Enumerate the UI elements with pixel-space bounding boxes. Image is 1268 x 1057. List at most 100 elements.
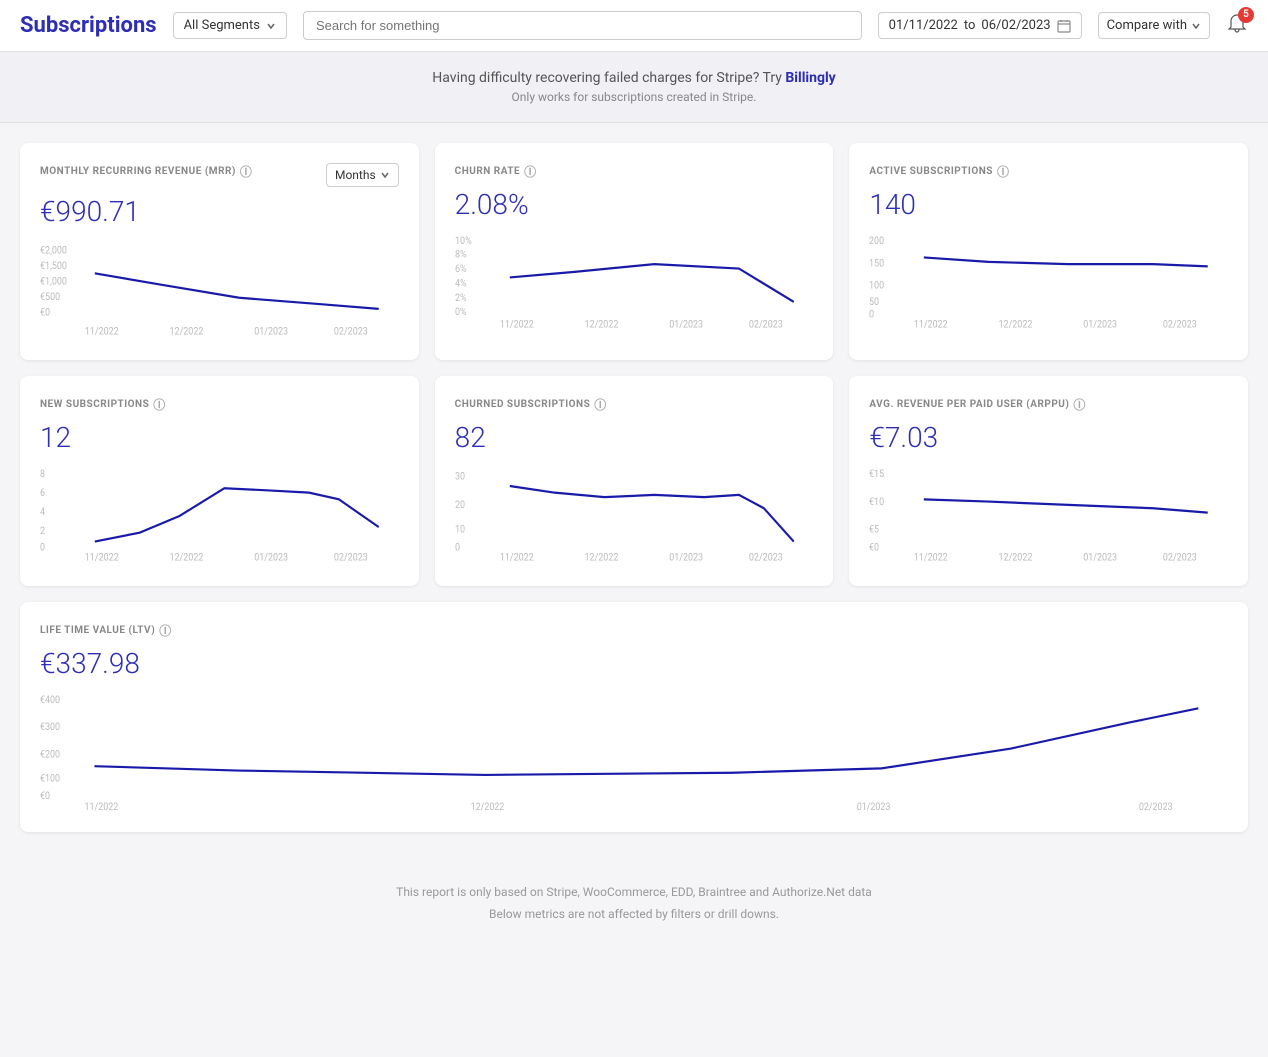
churned-subs-card: CHURNED SUBSCRIPTIONS ⓘ 82 30 20 10 0 11… — [435, 376, 834, 586]
svg-text:10%: 10% — [455, 236, 472, 248]
svg-text:10: 10 — [455, 524, 465, 536]
banner-text: Having difficulty recovering failed char… — [432, 70, 782, 86]
svg-text:12/2022: 12/2022 — [999, 552, 1033, 564]
svg-text:12/2022: 12/2022 — [999, 319, 1033, 331]
svg-text:€1,000: €1,000 — [40, 276, 67, 288]
active-chart: 200 150 100 50 0 11/2022 12/2022 01/2023… — [869, 233, 1228, 333]
footer-line1: This report is only based on Stripe, Woo… — [20, 882, 1248, 904]
arppu-card: AVG. REVENUE PER PAID USER (ARPPU) ⓘ €7.… — [849, 376, 1248, 586]
active-title: ACTIVE SUBSCRIPTIONS — [869, 166, 993, 177]
calendar-icon — [1057, 19, 1071, 33]
svg-text:€0: €0 — [869, 542, 879, 554]
ltv-chart: €400 €300 €200 €100 €0 11/2022 12/2022 0… — [40, 692, 1228, 812]
svg-text:01/2023: 01/2023 — [254, 326, 288, 338]
page-title: Subscriptions — [20, 13, 157, 38]
months-label: Months — [335, 168, 376, 182]
mrr-chart: €2,000 €1,500 €1,000 €500 €0 11/2022 12/… — [40, 240, 399, 340]
svg-text:€0: €0 — [40, 791, 50, 803]
header: Subscriptions All Segments 01/11/2022 to… — [0, 0, 1268, 52]
svg-text:4: 4 — [40, 506, 46, 518]
svg-text:11/2022: 11/2022 — [85, 326, 119, 338]
arppu-info-icon: ⓘ — [1073, 396, 1086, 413]
svg-text:€0: €0 — [40, 307, 50, 319]
svg-text:01/2023: 01/2023 — [1084, 552, 1118, 564]
churn-value: 2.08% — [455, 188, 814, 221]
svg-text:20: 20 — [455, 500, 465, 512]
svg-text:€500: €500 — [40, 292, 60, 304]
chevron-down-icon — [380, 170, 390, 180]
chevron-down-icon — [1191, 21, 1201, 31]
ltv-value: €337.98 — [40, 647, 1228, 680]
mrr-title: MONTHLY RECURRING REVENUE (MRR) — [40, 166, 236, 177]
churned-value: 82 — [455, 421, 814, 454]
svg-text:6%: 6% — [455, 263, 467, 275]
svg-text:02/2023: 02/2023 — [749, 552, 783, 564]
svg-text:30: 30 — [455, 471, 465, 483]
svg-text:01/2023: 01/2023 — [669, 552, 703, 564]
ltv-info-icon: ⓘ — [159, 622, 172, 639]
churn-info-icon: ⓘ — [524, 163, 537, 180]
svg-text:6: 6 — [40, 488, 45, 500]
svg-text:€1,500: €1,500 — [40, 260, 67, 272]
arppu-title: AVG. REVENUE PER PAID USER (ARPPU) — [869, 399, 1069, 410]
banner-link[interactable]: Billingly — [785, 70, 835, 86]
svg-text:01/2023: 01/2023 — [857, 801, 891, 813]
svg-text:11/2022: 11/2022 — [85, 801, 119, 813]
footer: This report is only based on Stripe, Woo… — [0, 852, 1268, 955]
segment-dropdown[interactable]: All Segments — [173, 12, 287, 39]
svg-text:€15: €15 — [869, 469, 884, 481]
notification-bell[interactable]: 5 — [1226, 13, 1248, 39]
svg-text:01/2023: 01/2023 — [669, 319, 703, 331]
footer-line2: Below metrics are not affected by filter… — [20, 904, 1248, 926]
churned-chart: 30 20 10 0 11/2022 12/2022 01/2023 02/20… — [455, 466, 814, 566]
svg-text:12/2022: 12/2022 — [584, 552, 618, 564]
banner-sub: Only works for subscriptions created in … — [20, 90, 1248, 104]
svg-text:50: 50 — [869, 297, 879, 309]
new-subs-info-icon: ⓘ — [153, 396, 166, 413]
svg-text:€10: €10 — [869, 496, 884, 508]
svg-text:02/2023: 02/2023 — [334, 326, 368, 338]
churn-card: CHURN RATE ⓘ 2.08% 10% 8% 6% 4% 2% 0% 11… — [435, 143, 834, 360]
main-content: MONTHLY RECURRING REVENUE (MRR) ⓘ Months… — [0, 123, 1268, 852]
svg-text:2%: 2% — [455, 292, 467, 304]
ltv-title: LIFE TIME VALUE (LTV) — [40, 625, 155, 636]
svg-text:11/2022: 11/2022 — [499, 552, 533, 564]
mrr-card: MONTHLY RECURRING REVENUE (MRR) ⓘ Months… — [20, 143, 419, 360]
svg-text:02/2023: 02/2023 — [1163, 552, 1197, 564]
svg-text:0: 0 — [455, 542, 460, 554]
churned-info-icon: ⓘ — [594, 396, 607, 413]
svg-text:€300: €300 — [40, 722, 60, 734]
date-range-picker[interactable]: 01/11/2022 to 06/02/2023 — [878, 12, 1082, 39]
svg-text:100: 100 — [869, 280, 884, 292]
svg-text:0: 0 — [869, 309, 874, 321]
new-subs-card: NEW SUBSCRIPTIONS ⓘ 12 8 6 4 2 0 11/2022… — [20, 376, 419, 586]
svg-text:11/2022: 11/2022 — [914, 552, 948, 564]
metrics-row-1: MONTHLY RECURRING REVENUE (MRR) ⓘ Months… — [20, 143, 1248, 360]
svg-text:12/2022: 12/2022 — [584, 319, 618, 331]
svg-text:2: 2 — [40, 525, 45, 537]
svg-text:02/2023: 02/2023 — [1139, 801, 1173, 813]
svg-text:02/2023: 02/2023 — [749, 319, 783, 331]
svg-text:11/2022: 11/2022 — [499, 319, 533, 331]
new-subs-value: 12 — [40, 421, 399, 454]
svg-text:€400: €400 — [40, 695, 60, 707]
metrics-row-2: NEW SUBSCRIPTIONS ⓘ 12 8 6 4 2 0 11/2022… — [20, 376, 1248, 586]
months-button[interactable]: Months — [326, 163, 399, 187]
new-subs-chart: 8 6 4 2 0 11/2022 12/2022 01/2023 02/202… — [40, 466, 399, 566]
date-from: 01/11/2022 — [889, 18, 958, 33]
active-value: 140 — [869, 188, 1228, 221]
svg-text:8%: 8% — [455, 249, 467, 261]
active-info-icon: ⓘ — [997, 163, 1010, 180]
svg-text:150: 150 — [869, 258, 884, 270]
banner: Having difficulty recovering failed char… — [0, 52, 1268, 123]
date-to: 06/02/2023 — [981, 18, 1050, 33]
chevron-down-icon — [266, 21, 276, 31]
new-subs-title: NEW SUBSCRIPTIONS — [40, 399, 149, 410]
svg-text:02/2023: 02/2023 — [1163, 319, 1197, 331]
compare-button[interactable]: Compare with — [1098, 12, 1210, 39]
svg-text:12/2022: 12/2022 — [471, 801, 505, 813]
svg-text:0%: 0% — [455, 307, 467, 319]
mrr-info-icon: ⓘ — [240, 163, 253, 180]
search-input[interactable] — [303, 11, 862, 40]
notification-count: 5 — [1238, 7, 1254, 23]
